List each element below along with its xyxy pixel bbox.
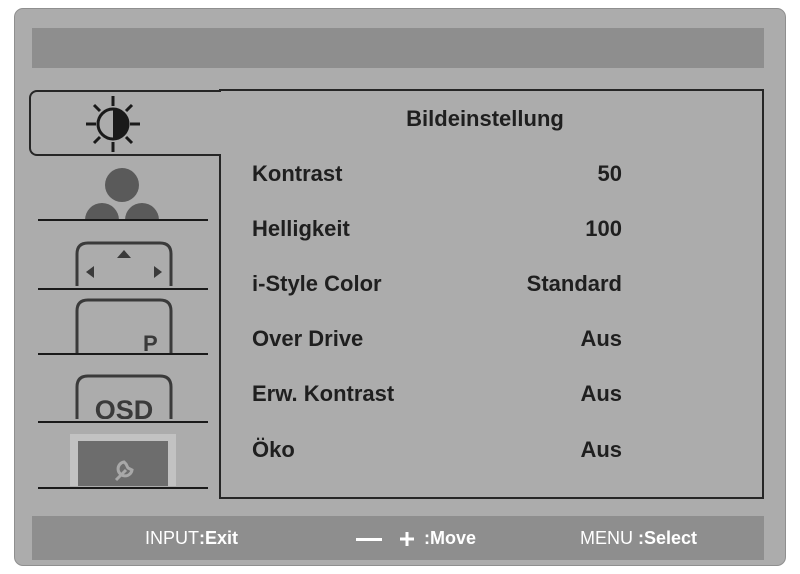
menu-item-value: Aus bbox=[580, 437, 622, 462]
tab-separator bbox=[38, 487, 208, 489]
menu-item-value: Aus bbox=[580, 381, 622, 406]
osd-header-bar bbox=[32, 28, 764, 68]
input-key-label: INPUT bbox=[145, 528, 199, 548]
menu-key-label: MENU bbox=[580, 528, 633, 548]
picture-mode-icon: P bbox=[75, 298, 173, 353]
hint-move: :Move bbox=[424, 528, 476, 549]
menu-item-value: Aus bbox=[580, 326, 622, 351]
menu-item-value: 50 bbox=[597, 161, 622, 186]
osd-icon: OSD bbox=[75, 374, 173, 419]
brightness-icon bbox=[86, 96, 140, 152]
menu-item-adv-contrast[interactable]: Erw. Kontrast Aus bbox=[252, 381, 622, 411]
hint-select: MENU :Select bbox=[580, 528, 697, 549]
menu-item-value: 100 bbox=[585, 216, 622, 241]
menu-item-label: Öko bbox=[252, 437, 295, 462]
menu-item-value: Standard bbox=[526, 271, 622, 296]
tab-separator bbox=[38, 288, 208, 290]
menu-item-over-drive[interactable]: Over Drive Aus bbox=[252, 326, 622, 356]
move-action-label: :Move bbox=[424, 528, 477, 548]
position-icon bbox=[75, 241, 173, 286]
menu-item-label: Erw. Kontrast bbox=[252, 381, 395, 406]
picture-mode-letter: P bbox=[143, 331, 158, 353]
osd-icon-label: OSD bbox=[95, 395, 154, 419]
menu-item-eco[interactable]: Öko Aus bbox=[252, 437, 622, 467]
hint-exit: INPUT:Exit bbox=[145, 528, 238, 549]
menu-item-brightness[interactable]: Helligkeit 100 bbox=[252, 216, 622, 246]
setup-wrench-icon bbox=[70, 434, 176, 486]
plus-icon bbox=[400, 532, 414, 546]
menu-item-istyle-color[interactable]: i-Style Color Standard bbox=[252, 271, 622, 301]
user-icon bbox=[85, 168, 159, 220]
minus-icon bbox=[356, 538, 382, 541]
menu-title: Bildeinstellung bbox=[406, 106, 564, 131]
select-action-label: :Select bbox=[638, 528, 698, 548]
menu-item-label: Helligkeit bbox=[252, 216, 350, 241]
tab-separator bbox=[38, 219, 208, 221]
menu-item-contrast[interactable]: Kontrast 50 bbox=[252, 161, 622, 191]
tab-separator bbox=[38, 421, 208, 423]
exit-action-label: :Exit bbox=[199, 528, 239, 548]
menu-item-label: Kontrast bbox=[252, 161, 343, 186]
menu-item-label: i-Style Color bbox=[252, 271, 382, 296]
tab-separator bbox=[38, 353, 208, 355]
menu-item-label: Over Drive bbox=[252, 326, 364, 351]
